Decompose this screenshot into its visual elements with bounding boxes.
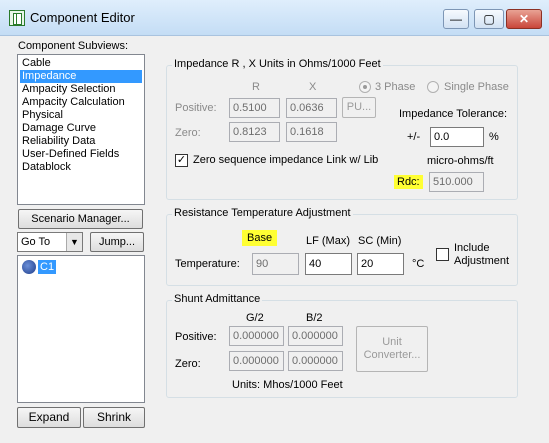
zero-g2-field[interactable]: 0.000000	[229, 351, 284, 371]
positive-b2-field[interactable]: 0.000000	[288, 326, 343, 346]
list-item-cable[interactable]: Cable	[20, 57, 142, 70]
b2-label: B/2	[306, 312, 323, 324]
shunt-positive-label: Positive:	[175, 331, 217, 343]
list-item-reliability-data[interactable]: Reliability Data	[20, 135, 142, 148]
include-adjustment-checkbox[interactable]	[436, 248, 449, 261]
three-phase-label: 3 Phase	[375, 81, 416, 93]
sc-min-label: SC (Min)	[358, 235, 402, 247]
base-label: Base	[242, 230, 278, 246]
positive-x-field[interactable]: 0.0636	[286, 98, 337, 118]
list-item-impedance[interactable]: Impedance	[20, 70, 142, 83]
percent-unit: %	[489, 131, 499, 143]
jump-button[interactable]: Jump...	[90, 232, 144, 252]
window-title: Component Editor	[30, 10, 135, 25]
include-label: Include	[454, 242, 490, 254]
base-temp-field[interactable]: 90	[252, 253, 299, 275]
component-tree[interactable]: C1	[17, 255, 145, 403]
link-label: Zero sequence impedance Link w/ Lib	[193, 154, 379, 166]
expand-button[interactable]: Expand	[17, 407, 81, 428]
impedance-col-r: R	[252, 81, 260, 93]
close-button[interactable]: ✕	[506, 9, 542, 29]
temperature-label: Temperature:	[175, 258, 240, 270]
positive-g2-field[interactable]: 0.000000	[229, 326, 284, 346]
impedance-col-x: X	[309, 81, 317, 93]
minimize-icon: —	[450, 12, 462, 26]
unit-converter-button[interactable]: Unit Converter...	[356, 326, 428, 372]
list-item-ampacity-selection[interactable]: Ampacity Selection	[20, 83, 142, 96]
list-item-physical[interactable]: Physical	[20, 109, 142, 122]
impedance-zero-label: Zero:	[175, 127, 201, 139]
rdc-label: Rdc:	[394, 175, 423, 189]
impedance-group-title: Impedance R , X Units in Ohms/1000 Feet	[172, 58, 383, 70]
celsius-unit: °C	[412, 258, 425, 270]
goto-value: Go To	[21, 236, 51, 248]
zero-r-field[interactable]: 0.8123	[229, 122, 280, 142]
list-item-damage-curve[interactable]: Damage Curve	[20, 122, 142, 135]
maximize-button[interactable]: ▢	[474, 9, 504, 29]
single-phase-radio[interactable]	[427, 81, 439, 93]
app-icon	[9, 10, 25, 26]
tolerance-label: Impedance Tolerance:	[399, 108, 508, 120]
sc-temp-input[interactable]: 20	[357, 253, 404, 275]
link-checkbox[interactable]: ✓	[175, 154, 188, 167]
lf-temp-input[interactable]: 40	[305, 253, 352, 275]
subviews-label: Component Subviews:	[18, 40, 129, 52]
unit-converter-line2: Converter...	[363, 349, 421, 361]
zero-b2-field[interactable]: 0.000000	[288, 351, 343, 371]
positive-r-field[interactable]: 0.5100	[229, 98, 280, 118]
tolerance-input[interactable]: 0.0	[430, 127, 484, 147]
shunt-units-text: Units: Mhos/1000 Feet	[232, 379, 343, 391]
minimize-button[interactable]: —	[443, 9, 469, 29]
plus-minus-label: +/-	[407, 131, 421, 143]
goto-select[interactable]: Go To ▼	[17, 232, 83, 252]
g2-label: G/2	[246, 312, 264, 324]
shunt-group-title: Shunt Admittance	[172, 293, 263, 305]
single-phase-label: Single Phase	[444, 81, 509, 93]
micro-ohms-label: micro-ohms/ft	[427, 155, 494, 167]
tree-item-c1[interactable]: C1	[38, 260, 57, 274]
cable-icon	[22, 260, 36, 274]
adjustment-label: Adjustment	[454, 255, 510, 267]
chevron-down-icon[interactable]: ▼	[66, 233, 82, 251]
list-item-datablock[interactable]: Datablock	[20, 161, 142, 174]
list-item-ampacity-calculation[interactable]: Ampacity Calculation	[20, 96, 142, 109]
maximize-icon: ▢	[483, 12, 495, 26]
shrink-button[interactable]: Shrink	[83, 407, 145, 428]
list-item-user-defined-fields[interactable]: User-Defined Fields	[20, 148, 142, 161]
resistance-group-title: Resistance Temperature Adjustment	[172, 207, 353, 219]
three-phase-radio[interactable]	[359, 81, 371, 93]
rdc-field[interactable]: 510.000	[429, 172, 484, 192]
unit-converter-line1: Unit	[382, 336, 402, 348]
lf-max-label: LF (Max)	[306, 235, 350, 247]
subviews-list[interactable]: Cable Impedance Ampacity Selection Ampac…	[17, 54, 145, 205]
impedance-positive-label: Positive:	[175, 102, 217, 114]
close-icon: ✕	[518, 12, 530, 26]
zero-x-field[interactable]: 0.1618	[286, 122, 337, 142]
pu-button[interactable]: PU...	[342, 97, 376, 118]
shunt-zero-label: Zero:	[175, 358, 201, 370]
scenario-manager-button[interactable]: Scenario Manager...	[18, 209, 143, 229]
